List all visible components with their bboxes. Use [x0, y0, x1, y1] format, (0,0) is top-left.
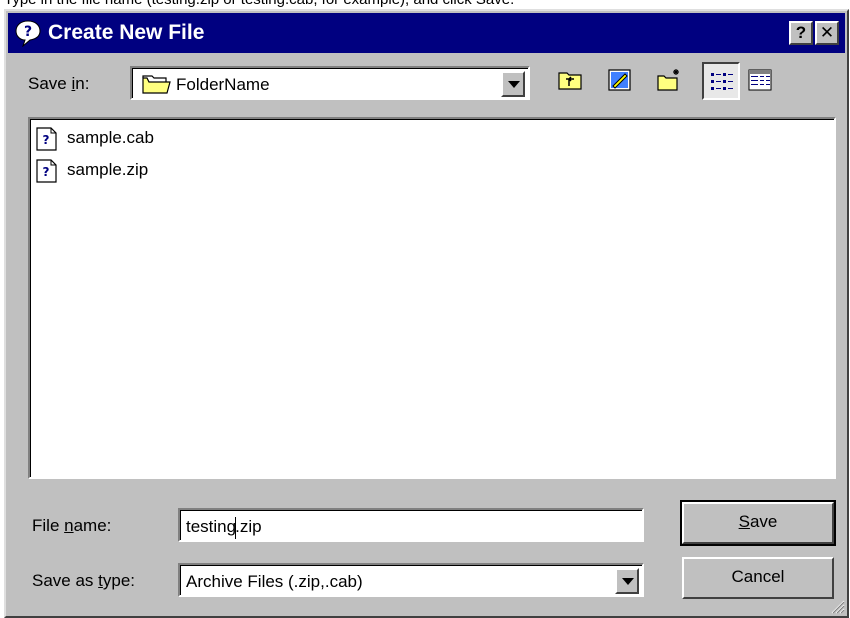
- dialog-title: Create New File: [48, 21, 205, 44]
- save-in-dropdown-button[interactable]: [501, 71, 525, 97]
- save-button-accel: S: [738, 512, 750, 531]
- svg-text:?: ?: [24, 24, 32, 40]
- cancel-button[interactable]: Cancel: [682, 557, 834, 599]
- file-name-text: testing: [186, 517, 237, 536]
- save-in-label: Save in:: [28, 73, 89, 95]
- save-as-type-value: Archive Files (.zip,.cab): [186, 572, 363, 591]
- instruction-text: Type in the file name (testing.zip or te…: [4, 0, 514, 9]
- file-name-input[interactable]: testing.zip: [178, 508, 644, 542]
- archive-file-icon: ?: [36, 127, 57, 151]
- save-in-combo[interactable]: FolderName: [130, 66, 530, 100]
- save-button-label: ave: [749, 512, 778, 531]
- list-view-button[interactable]: [702, 62, 740, 100]
- title-bar[interactable]: ? Create New File ? ✕: [8, 13, 845, 53]
- create-new-file-dialog: ? Create New File ? ✕ Save in: FolderNam…: [4, 9, 849, 618]
- save-as-type-dropdown-button[interactable]: [615, 568, 639, 594]
- archive-file-icon: ?: [36, 159, 57, 183]
- folder-icon: [142, 75, 171, 94]
- file-name-label: sample.zip: [67, 160, 149, 179]
- file-name-label: File name:: [32, 515, 111, 537]
- file-name-text: .zip: [235, 517, 262, 536]
- help-button[interactable]: ?: [789, 21, 813, 45]
- file-name-value: testing.zip: [186, 510, 262, 544]
- svg-text:?: ?: [43, 133, 50, 147]
- dropdown-arrow-icon: [622, 578, 634, 585]
- save-in-label-part: n:: [75, 74, 90, 93]
- svg-text:?: ?: [43, 165, 50, 179]
- new-folder-icon: [657, 69, 679, 91]
- save-as-type-label-part: Save as: [32, 571, 99, 590]
- save-in-label-part: Save: [28, 74, 72, 93]
- file-name-label-part: ame:: [73, 516, 112, 535]
- details-view-button[interactable]: [742, 62, 780, 100]
- save-as-type-label: Save as type:: [32, 570, 135, 592]
- dropdown-arrow-icon: [508, 81, 520, 88]
- save-button[interactable]: Save: [680, 500, 836, 546]
- details-view-icon: [748, 69, 772, 91]
- save-as-type-label-part: ype:: [102, 571, 136, 590]
- help-balloon-icon: ?: [15, 20, 41, 47]
- up-folder-icon: [558, 72, 582, 90]
- up-one-level-button[interactable]: [552, 62, 590, 100]
- save-as-type-combo[interactable]: Archive Files (.zip,.cab): [178, 563, 644, 597]
- create-new-folder-button[interactable]: [652, 62, 690, 100]
- close-button[interactable]: ✕: [815, 21, 839, 45]
- desktop-button[interactable]: [602, 62, 640, 100]
- file-name-label: sample.cab: [67, 128, 154, 147]
- list-view-icon: [711, 73, 733, 90]
- file-list[interactable]: ? sample.cab ? sample.zip: [28, 117, 836, 479]
- resize-grip-icon[interactable]: [827, 596, 845, 614]
- file-name-label-part: File: [32, 516, 65, 535]
- desktop-icon: [608, 69, 631, 91]
- file-name-label-accel: n: [64, 516, 74, 535]
- save-in-value: FolderName: [176, 75, 270, 94]
